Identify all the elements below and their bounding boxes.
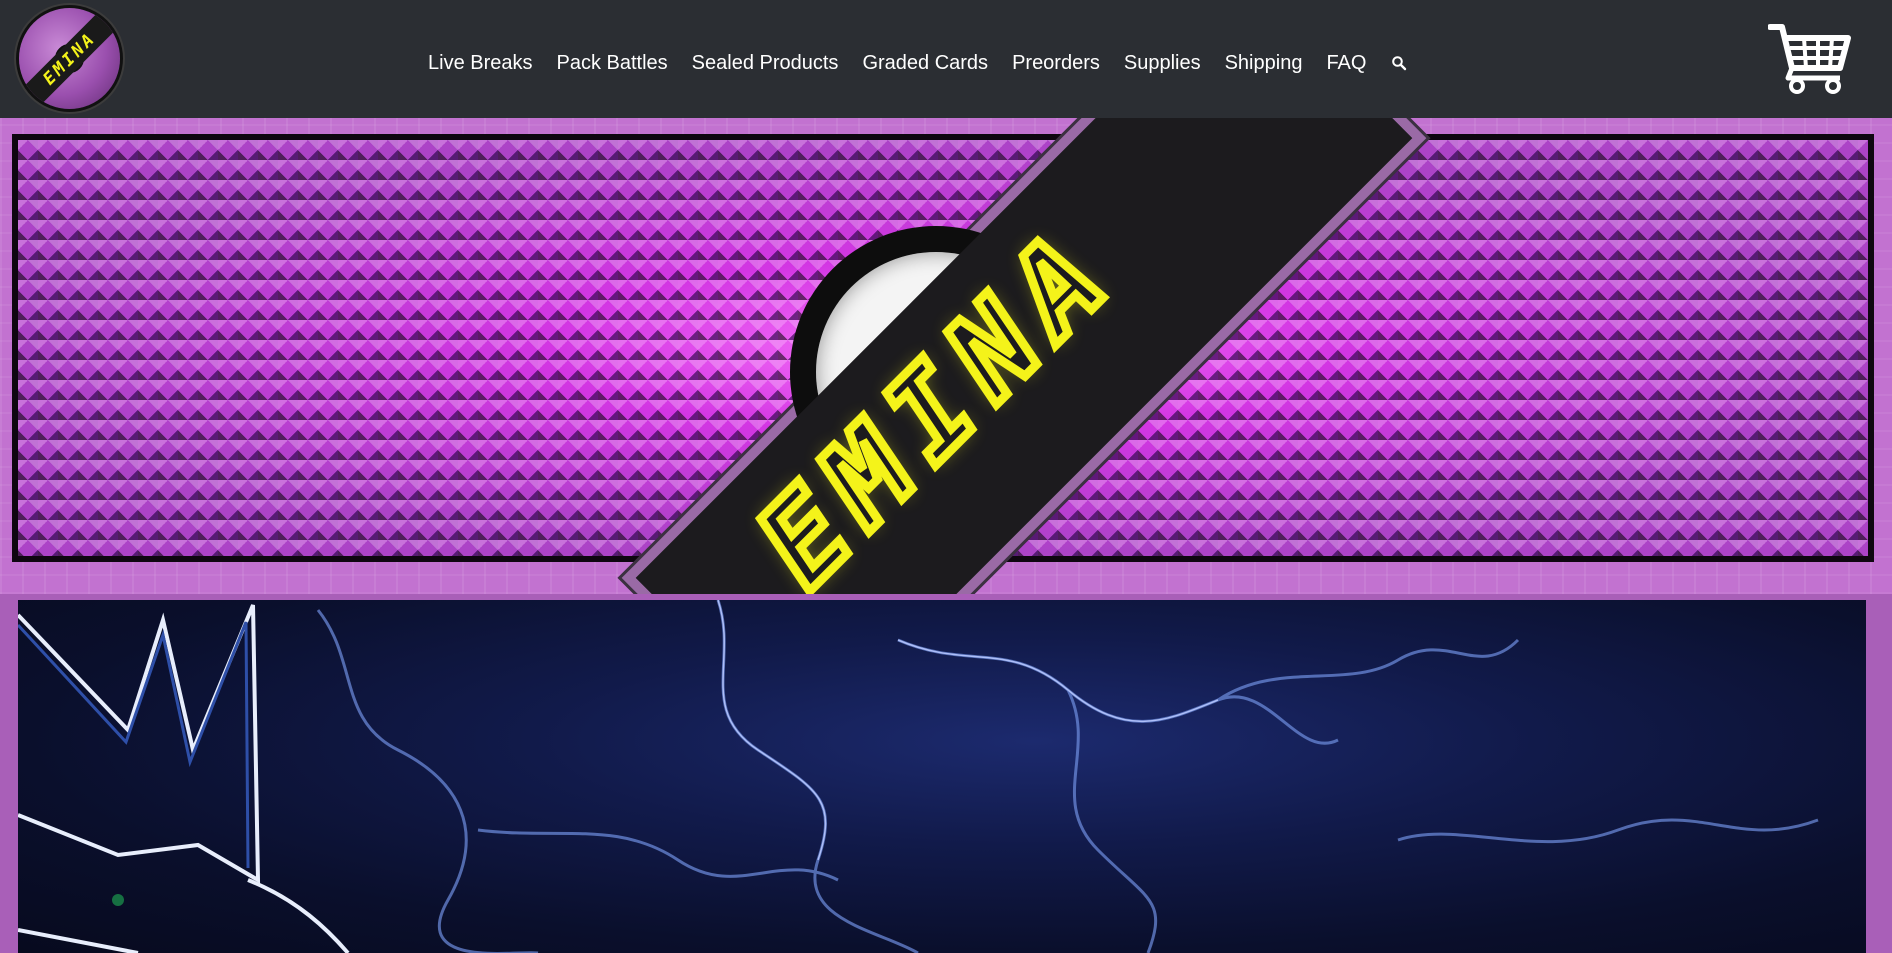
nav-faq[interactable]: FAQ	[1326, 52, 1366, 75]
banner-brand: EMINA	[726, 195, 1147, 594]
nav-preorders[interactable]: Preorders	[1012, 52, 1100, 75]
main-nav: Live Breaks Pack Battles Sealed Products…	[428, 48, 1407, 78]
nav-pack-battles[interactable]: Pack Battles	[557, 52, 668, 75]
nav-live-breaks[interactable]: Live Breaks	[428, 52, 533, 75]
nav-graded-cards[interactable]: Graded Cards	[862, 52, 988, 75]
nav-supplies[interactable]: Supplies	[1124, 52, 1201, 75]
site-header: EMINA Live Breaks Pack Battles Sealed Pr…	[0, 0, 1892, 118]
nav-sealed-products[interactable]: Sealed Products	[692, 52, 839, 75]
search-icon[interactable]	[1391, 55, 1407, 71]
nav-shipping[interactable]: Shipping	[1225, 52, 1303, 75]
site-logo[interactable]: EMINA	[19, 8, 120, 109]
hero-image	[18, 600, 1866, 953]
logo-text: EMINA	[39, 28, 100, 89]
hero-banner: EMINA	[0, 118, 1892, 594]
cart-icon[interactable]	[1767, 22, 1852, 94]
logo-band: EMINA	[19, 8, 120, 109]
lightning-art	[18, 600, 1819, 953]
